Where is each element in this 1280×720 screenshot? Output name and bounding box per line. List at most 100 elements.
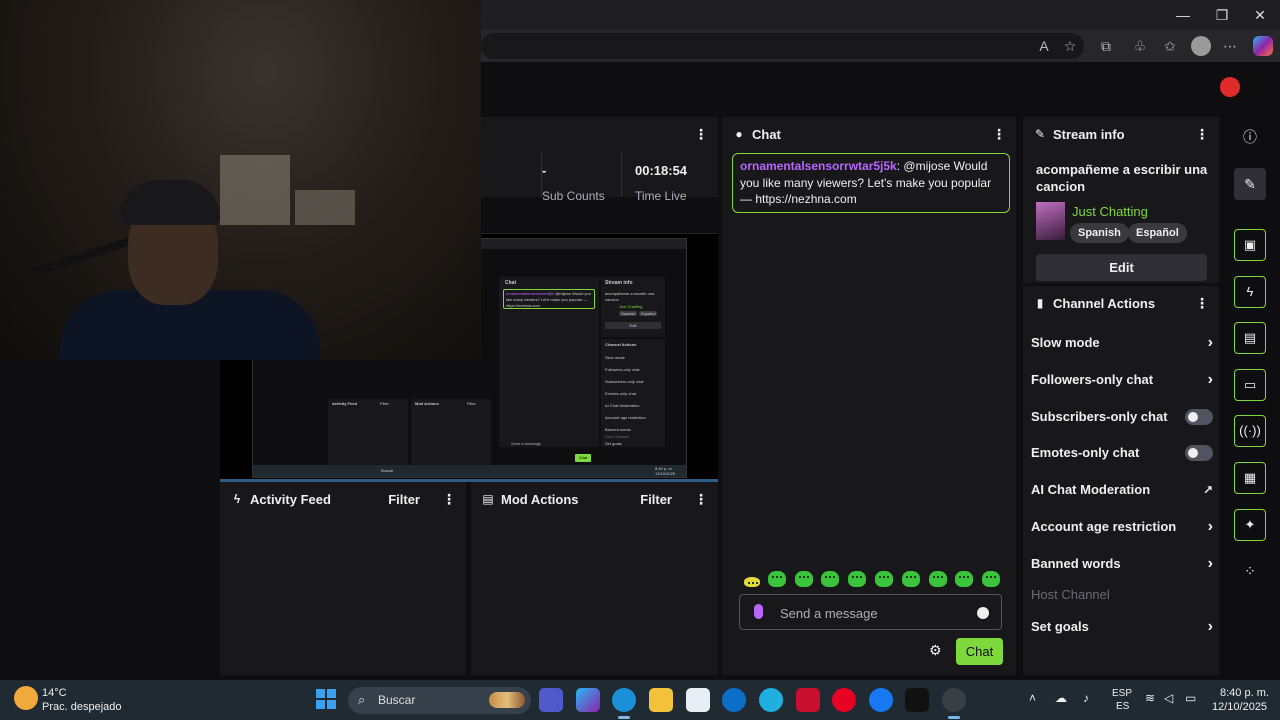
action-followers-only[interactable]: Followers-only chat › [1031,369,1213,391]
copilot-app-icon[interactable] [576,688,600,712]
edit-stream-info-button[interactable]: Edit [1036,254,1207,281]
action-set-goals[interactable]: Set goals › [1031,616,1213,638]
weather-condition[interactable]: Prac. despejado [42,701,122,713]
extensions-rail-icon[interactable]: ⁘ [1234,555,1266,587]
microphone-icon[interactable] [754,604,763,619]
mod-filter-button[interactable]: Filter [640,492,672,507]
weather-icon[interactable] [14,686,38,710]
teams-icon[interactable] [539,688,563,712]
channel-actions-title: Channel Actions [1053,295,1156,311]
tag-espanol[interactable]: Español [1128,223,1187,243]
category-link[interactable]: Just Chatting [1072,204,1148,219]
windows-start-icon[interactable] [316,689,336,709]
action-banned-words[interactable]: Banned words › [1031,553,1213,575]
language-top[interactable]: ESP [1112,688,1132,699]
preview-action: Host Channel [605,434,630,439]
app-icon[interactable]: ♧ [1130,36,1150,56]
emotes-only-toggle[interactable] [1185,445,1213,461]
stream-title-text: acompañeme a escribir una cancion [1036,162,1208,194]
tiktok-icon[interactable] [905,688,929,712]
more-options-icon[interactable]: ⋮ [442,491,456,508]
action-ai-moderation[interactable]: AI Chat Moderation ↗ [1031,479,1213,501]
obs-icon[interactable] [942,688,966,719]
emote-icon[interactable] [744,577,760,587]
emote-icon[interactable] [929,571,947,587]
read-aloud-icon[interactable]: A [1034,36,1054,56]
emote-icon[interactable] [768,571,786,587]
weather-temperature[interactable]: 14°C [42,687,67,699]
edge-icon[interactable] [612,688,636,719]
layout-icon[interactable]: ▦ [1234,462,1266,494]
left-background [0,360,217,675]
more-options-icon[interactable]: ⋮ [694,126,708,143]
clock-time[interactable]: 8:40 p. m. [1220,687,1269,699]
copilot-icon[interactable] [1253,36,1273,56]
maximize-button[interactable]: ❐ [1212,6,1232,24]
preview-chat: Chat ornamentalsensorrwtar5j5k @mijose W… [499,277,599,462]
category-thumbnail[interactable] [1036,202,1065,240]
volume-icon[interactable]: ◁ [1164,691,1173,705]
close-window-button[interactable]: ✕ [1250,6,1270,24]
chat-message[interactable]: ornamentalsensorrwtar5j5k: @mijose Would… [732,153,1010,213]
clock-date[interactable]: 12/10/2025 [1212,701,1267,713]
stat-cell-left [481,151,541,197]
mic-tray-icon[interactable]: ♪ [1083,691,1089,705]
chat-settings-gear-icon[interactable]: ⚙ [929,642,942,659]
language-bottom[interactable]: ES [1116,701,1129,712]
extensions-icon[interactable]: ⧉ [1096,36,1116,56]
favorite-star-icon[interactable]: ☆ [1060,36,1080,56]
user-avatar[interactable] [1220,77,1240,97]
more-icon[interactable]: ⋯ [1220,36,1240,56]
chat-username[interactable]: ornamentalsensorrwtar5j5k [740,159,897,173]
file-explorer-icon[interactable] [649,688,673,712]
facebook-icon[interactable] [869,688,893,712]
more-options-icon[interactable]: ⋮ [1195,295,1209,312]
action-account-age[interactable]: Account age restriction › [1031,516,1213,538]
broadcast-icon[interactable]: ((·)) [1234,415,1266,447]
taskbar-search[interactable]: ⌕ Buscar [348,687,531,714]
stat-time-live: 00:18:54 Time Live [621,151,718,203]
chevron-up-icon[interactable]: ˄ [1029,691,1036,705]
emote-icon[interactable] [821,571,839,587]
wifi-icon[interactable]: ≋ [1145,691,1155,705]
send-chat-button[interactable]: Chat [956,638,1003,665]
wrench-rail-icon[interactable]: ✦ [1234,509,1266,541]
favorites-icon[interactable]: ✩ [1160,36,1180,56]
minimize-button[interactable]: — [1173,6,1193,24]
pinterest-icon[interactable] [832,688,856,712]
clip-icon[interactable]: ▣ [1234,229,1266,261]
emote-icon[interactable] [875,571,893,587]
activity-filter-button[interactable]: Filter [388,492,420,507]
battery-icon[interactable]: ▭ [1185,691,1196,705]
emote-icon[interactable] [955,571,973,587]
notes-icon[interactable]: ▤ [1234,322,1266,354]
mcafee-icon[interactable] [796,688,820,712]
address-bar[interactable] [481,33,1084,59]
emote-picker-icon[interactable] [977,607,989,619]
chat-message-input[interactable] [780,603,970,623]
chat-bubble-icon: ● [735,127,743,141]
action-label: Subscribers-only chat [1031,409,1168,424]
more-options-icon[interactable]: ⋮ [992,126,1006,143]
channel-actions-panel: ▮ Channel Actions ⋮ Slow mode › Follower… [1023,286,1219,675]
more-options-icon[interactable]: ⋮ [1195,126,1209,143]
hp-icon[interactable] [722,688,746,712]
subscribers-only-toggle[interactable] [1185,409,1213,425]
edit-pencil-icon[interactable]: ✎ [1234,168,1266,200]
action-slow-mode[interactable]: Slow mode › [1031,332,1213,354]
action-subscribers-only: Subscribers-only chat [1031,406,1213,428]
profile-icon[interactable] [1191,36,1211,56]
preview-message-text: ornamentalsensorrwtar5j5k @mijose Would … [506,291,594,309]
support-icon[interactable] [759,688,783,712]
chat-rail-icon[interactable]: ▭ [1234,369,1266,401]
tag-spanish[interactable]: Spanish [1070,223,1129,243]
more-options-icon[interactable]: ⋮ [694,491,708,508]
info-icon[interactable]: ⓘ [1234,121,1266,153]
store-icon[interactable] [686,688,710,712]
emote-icon[interactable] [982,571,1000,587]
onedrive-icon[interactable]: ☁ [1055,691,1067,705]
lightning-icon[interactable]: ϟ [1234,276,1266,308]
emote-icon[interactable] [795,571,813,587]
emote-icon[interactable] [902,571,920,587]
emote-icon[interactable] [848,571,866,587]
